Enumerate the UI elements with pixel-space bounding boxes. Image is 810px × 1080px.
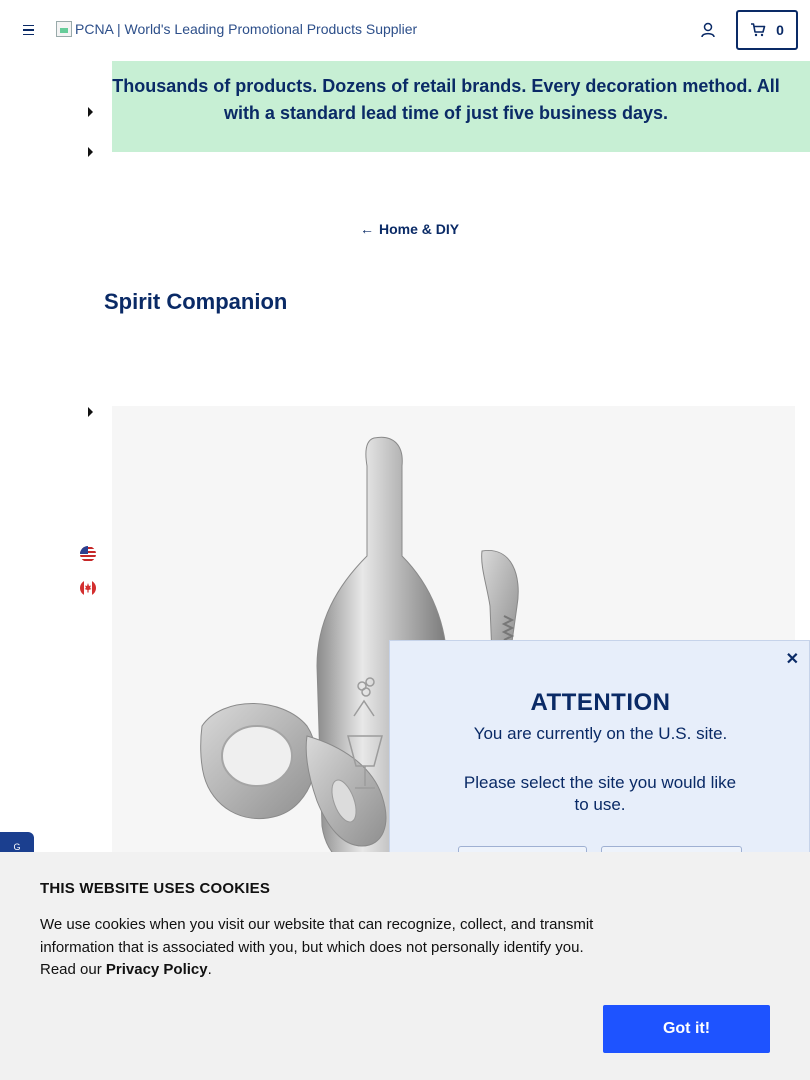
us-flag-icon[interactable] (80, 546, 96, 562)
arrow-left-icon: ← (360, 221, 374, 237)
promo-banner-text: Thousands of products. Dozens of retail … (96, 73, 796, 127)
user-account-icon[interactable] (699, 21, 717, 39)
cart-button[interactable]: 0 (736, 10, 798, 50)
close-icon[interactable]: ✕ (786, 649, 799, 669)
cookie-title: THIS WEBSITE USES COOKIES (40, 880, 271, 897)
promo-line-2: with a standard lead time of just five b… (223, 103, 669, 123)
site-logo[interactable]: PCNA | World's Leading Promotional Produ… (56, 21, 417, 37)
back-link-label: Home & DIY (379, 221, 460, 237)
cart-icon (751, 23, 766, 37)
modal-prompt: Please select the site you would like to… (463, 773, 737, 814)
cookie-text: We use cookies when you visit our websit… (40, 914, 610, 982)
canada-flag-icon[interactable] (80, 580, 96, 596)
logo-alt-text: PCNA | World's Leading Promotional Produ… (75, 21, 418, 37)
cart-count: 0 (776, 22, 784, 38)
back-to-category-link[interactable]: ← Home & DIY (360, 221, 459, 237)
caret-right-icon[interactable] (88, 107, 93, 117)
promo-line-1: Thousands of products. Dozens of retail … (112, 76, 780, 96)
modal-subtitle: You are currently on the U.S. site. (473, 724, 728, 743)
product-title: Spirit Companion (104, 289, 288, 314)
broken-image-icon (56, 21, 72, 37)
site-header: PCNA | World's Leading Promotional Produ… (0, 0, 810, 61)
modal-title: ATTENTION (530, 689, 671, 716)
cookie-banner: THIS WEBSITE USES COOKIES We use cookies… (0, 852, 810, 1080)
accept-cookies-button[interactable]: Got it! (603, 1005, 770, 1053)
caret-right-icon[interactable] (88, 147, 93, 157)
cookie-tail: . (207, 961, 212, 978)
menu-icon[interactable] (18, 20, 38, 40)
privacy-policy-link[interactable]: Privacy Policy (106, 961, 208, 978)
caret-right-icon[interactable] (88, 407, 93, 417)
